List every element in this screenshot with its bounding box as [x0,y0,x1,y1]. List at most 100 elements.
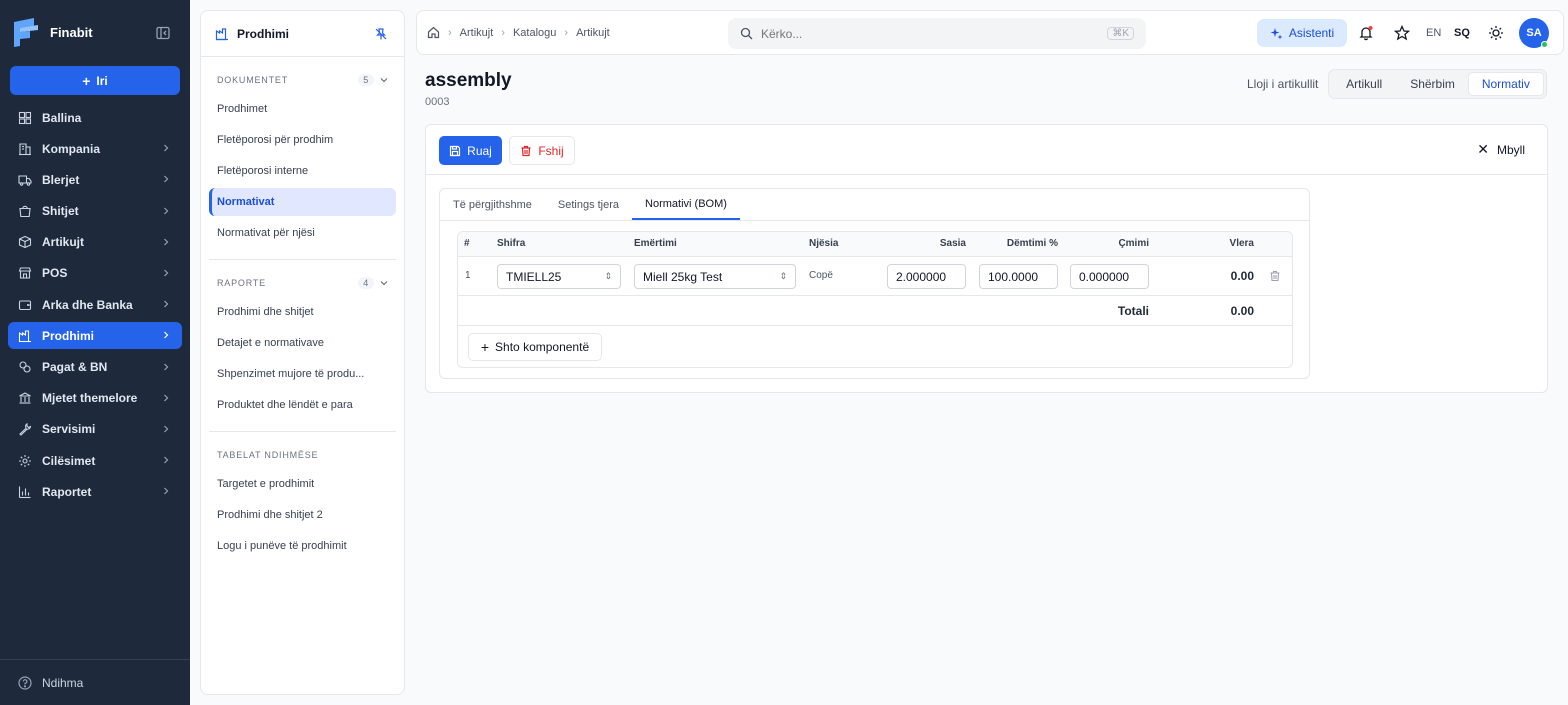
close-button[interactable]: ✕ Mbyll [1477,141,1525,158]
sidebar-item-servisimi[interactable]: Servisimi [8,416,182,443]
subpanel-item[interactable]: Shpenzimet mujore të produ... [209,360,396,388]
breadcrumb-item[interactable]: Artikujt [460,27,494,39]
sidebar-item-label: Ballina [42,110,82,125]
col-value: Vlera [1229,238,1254,249]
type-sherbim[interactable]: Shërbim [1397,72,1467,96]
sidebar-item-label: Arka dhe Banka [42,297,133,312]
subpanel-item[interactable]: Normativat për njësi [209,219,396,247]
lang-sq[interactable]: SQ [1454,27,1470,39]
chevron-right-icon [164,269,169,277]
price-input[interactable]: 0.000000 [1070,264,1149,289]
new-button[interactable]: + Iri [10,66,180,95]
sidebar-item-cilësimet[interactable]: Cilësimet [8,447,182,474]
star-icon[interactable] [1394,25,1410,41]
brand[interactable]: Finabit [12,16,93,48]
home-icon[interactable] [427,26,440,39]
sidebar-item-pagat-bn[interactable]: Pagat & BN [8,354,182,381]
col-qty: Sasia [939,238,966,249]
subpanel-item[interactable]: Targetet e prodhimit [209,470,396,498]
sidebar-item-label: Raportet [42,484,92,499]
chevron-right-icon [164,394,169,402]
topbar: › Artikujt › Katalogu › Artikujt ⌘K Asis… [416,10,1564,55]
add-component-button[interactable]: + Shto komponentë [468,333,602,361]
subpanel-sections: DOKUMENTET 5 Prodhimet Fletëporosi për prod… [201,73,404,560]
close-icon: ✕ [1477,141,1489,157]
type-artikull[interactable]: Artikull [1331,72,1397,96]
chevron-right-icon: › [564,26,569,39]
online-status-dot [1541,41,1548,48]
tab-bom[interactable]: Normativi (BOM) [632,189,740,220]
module-subpanel: Prodhimi DOKUMENTET 5 Prodhimet Fletëporosi… [200,10,405,695]
sidebar-item-arka-dhe-banka[interactable]: Arka dhe Banka [8,291,182,318]
building-icon [19,143,31,155]
type-normativ[interactable]: Normativ [1467,72,1544,96]
sidebar-item-prodhimi[interactable]: Prodhimi [8,322,182,350]
tab-general[interactable]: Të përgjithshme [440,189,545,220]
delete-row-icon[interactable] [1269,270,1281,282]
item-code: 0003 [425,96,450,108]
sun-icon[interactable] [1488,25,1504,41]
tab-other-settings[interactable]: Setings tjera [545,189,632,220]
subpanel-item[interactable]: Detajet e normativave [209,329,396,357]
col-code: Shifra [497,238,526,249]
total-label: Totali [1117,304,1149,318]
store-icon [18,267,32,279]
bom-header-row: # Shifra Emërtimi Njësia Sasia Dëmtimi %… [458,232,1292,257]
chevron-right-icon [164,425,169,433]
bom-total-row: Totali 0.00 [458,296,1292,326]
form-toolbar: Ruaj Fshij ✕ Mbyll [426,125,1547,175]
loss-input[interactable]: 100.0000 [979,264,1058,289]
subpanel-item[interactable]: Fletëporosi interne [209,157,396,185]
section-header[interactable]: DOKUMENTET 5 [201,73,404,87]
add-component-label: Shto komponentë [495,340,590,354]
section-title: RAPORTE [217,278,266,288]
sidebar-item-label: POS [42,266,68,281]
sidebar-item-pos[interactable]: POS [8,260,182,287]
sidebar-item-raportet[interactable]: Raportet [8,478,182,505]
subpanel-item[interactable]: Normativat [209,188,396,216]
col-price: Çmimi [1118,238,1149,249]
item-type-label: Lloji i artikullit [1247,77,1319,91]
code-value: TMIELL25 [506,269,562,284]
page-title: assembly [425,70,512,91]
plus-icon: + [480,339,490,355]
count-badge: 5 [358,74,374,86]
subpanel-item[interactable]: Prodhimi dhe shitjet [209,298,396,326]
subpanel-item[interactable]: Prodhimi dhe shitjet 2 [209,501,396,529]
chevron-right-icon: › [501,26,505,39]
code-select[interactable]: TMIELL25 ⇕ [497,264,621,289]
assistant-button[interactable]: Asistenti [1257,19,1347,47]
save-button[interactable]: Ruaj [439,136,502,165]
lang-en[interactable]: EN [1426,27,1441,39]
subpanel-item[interactable]: Fletëporosi për prodhim [209,126,396,154]
sidebar-item-label: Cilësimet [42,453,96,468]
bell-icon[interactable] [1358,25,1374,41]
sidebar-item-blerjet[interactable]: Blerjet [8,166,182,193]
breadcrumb-item[interactable]: Artikujt [576,27,610,39]
search-box[interactable]: ⌘K [728,18,1146,49]
breadcrumb-item[interactable]: Katalogu [513,27,556,39]
help-link[interactable]: Ndihma [0,659,190,705]
subpanel-item[interactable]: Logu i punëve të prodhimit [209,532,396,560]
trash-icon [521,145,531,156]
section-header[interactable]: RAPORTE 4 [201,276,404,290]
delete-button[interactable]: Fshij [509,136,575,165]
sidebar-item-artikujt[interactable]: Artikujt [8,229,182,256]
chevron-right-icon: › [448,26,452,39]
sparkles-icon [1270,27,1283,39]
qty-input[interactable]: 2.000000 [887,264,966,289]
search-input[interactable] [761,26,1100,41]
section-header: TABELAT NDIHMËSE [201,448,404,462]
name-select[interactable]: Miell 25kg Test ⇕ [634,264,796,289]
search-icon [740,27,753,40]
sidebar-item-shitjet[interactable]: Shitjet [8,198,182,225]
sidebar-item-kompania[interactable]: Kompania [8,135,182,162]
unpin-icon[interactable] [374,27,388,41]
sidebar-item-label: Kompania [42,141,101,156]
subpanel-item[interactable]: Produktet dhe lëndët e para [209,391,396,419]
collapse-sidebar-icon[interactable] [155,25,171,41]
sidebar-item-ballina[interactable]: Ballina [8,104,182,131]
subpanel-item[interactable]: Prodhimet [209,95,396,123]
breadcrumb: › Artikujt › Katalogu › Artikujt [427,26,610,39]
sidebar-item-mjetet-themelore[interactable]: Mjetet themelore [8,385,182,412]
